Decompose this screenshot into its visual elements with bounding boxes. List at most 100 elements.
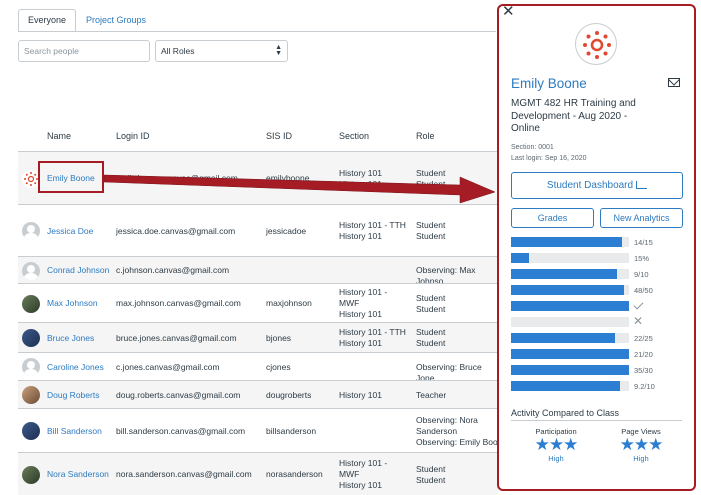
participation-metric: Participation ★★★ High (516, 427, 596, 463)
grade-bar[interactable] (511, 349, 629, 359)
callout-arrow (103, 174, 496, 204)
student-context-card: ✕ Emily Boone MGMT 482 HR Training and D… (497, 2, 696, 491)
login-id: c.jones.canvas@gmail.com (116, 362, 220, 373)
role-cell-line: Teacher (416, 389, 447, 400)
header-role[interactable]: Role (416, 131, 435, 141)
student-dashboard-button[interactable]: Student Dashboard (511, 172, 683, 199)
section-cell-line: History 101 (339, 309, 382, 319)
sis-id-line: bjones (266, 332, 292, 343)
section-cell-line: History 101 - (339, 458, 388, 468)
grade-score: 35/30 (634, 366, 653, 375)
section-cell: History 101 - MWF History 101 (339, 458, 387, 491)
student-name-link-line: Jessica Doe (47, 225, 94, 236)
sis-id-line: cjones (266, 361, 291, 372)
mail-icon[interactable] (668, 78, 680, 87)
student-name-link-line: Max Johnson (47, 298, 98, 308)
section-cell-line: History 101 (339, 389, 382, 400)
section-text: Section: 0001 (511, 144, 554, 151)
grade-bar[interactable] (511, 253, 629, 263)
grade-bar-fill (511, 333, 615, 343)
avatar[interactable] (22, 261, 40, 280)
role-select[interactable]: All Roles ▲ ▼ (155, 40, 288, 62)
avatar[interactable] (22, 422, 40, 440)
canvas-logo-icon (575, 23, 617, 65)
page-views-stars-icon: ★★★ (619, 435, 664, 454)
student-name-link[interactable]: Jessica Doe (47, 226, 93, 237)
role-cell: Student Student (416, 464, 445, 486)
student-name-link[interactable]: Emily Boone (511, 76, 587, 91)
grades-button[interactable]: Grades (511, 208, 594, 228)
header-name[interactable]: Name (47, 131, 71, 141)
grade-bar[interactable] (511, 285, 629, 295)
student-name-link[interactable]: Bill Sanderson (47, 426, 102, 437)
role-cell: Student Student (416, 220, 445, 242)
grade-score: 14/15 (634, 238, 653, 247)
login-id: jessica.doe.canvas@gmail.com (116, 226, 235, 237)
x-icon: ✕ (633, 314, 644, 328)
activity-title: Activity Compared to Class (511, 408, 620, 418)
grade-bar[interactable] (511, 269, 629, 279)
grade-score: 15% (634, 254, 650, 263)
section-cell-line: History 101 (339, 231, 382, 241)
student-name-link-line: Nora Sanderson (47, 469, 109, 479)
grade-bar[interactable] (511, 237, 629, 247)
student-dashboard-label: Student Dashboard (546, 180, 634, 191)
role-cell: Observing: Nora Sanderson Observing: Emily… (416, 415, 498, 448)
role-cell-line: Observing: Nora (416, 414, 478, 425)
grade-score: 21/20 (634, 350, 653, 359)
header-section[interactable]: Section (339, 131, 369, 141)
grade-bar-fill (511, 253, 529, 263)
grade-bar[interactable] (511, 381, 629, 391)
avatar[interactable] (22, 465, 40, 484)
role-cell-line: Student (416, 338, 446, 348)
grade-bar[interactable] (511, 365, 629, 375)
grade-bar[interactable] (511, 301, 629, 311)
grade-bar-fill (511, 365, 629, 375)
course-title: MGMT 482 HR Training and Development - A… (511, 98, 636, 134)
role-cell-line: Student (416, 292, 446, 303)
new-analytics-button[interactable]: New Analytics (600, 208, 683, 228)
header-sis[interactable]: SIS ID (266, 131, 292, 141)
avatar[interactable] (22, 329, 40, 347)
sis-id: billsanderson (266, 426, 316, 437)
student-name-link[interactable]: Caroline Jones (47, 362, 104, 373)
bar-chart-icon (636, 181, 648, 190)
student-name-link-line: Doug Roberts (47, 389, 100, 400)
role-cell-line: Observing: Emily Boo (416, 436, 498, 447)
student-name-link-line: Bill Sanderson (47, 425, 102, 436)
sis-id-line: maxjohnson (266, 298, 312, 308)
login-id-line: nora.sanderson.canvas@gmail.com (116, 469, 252, 479)
login-id-line: jessica.doe.canvas@gmail.com (116, 225, 236, 236)
close-icon[interactable]: ✕ (502, 2, 515, 20)
login-id: max.johnson.canvas@gmail.com (116, 298, 241, 309)
avatar[interactable] (22, 358, 40, 376)
section-cell: History 101 - TTH History 101 (339, 220, 406, 242)
tab-everyone[interactable]: Everyone (18, 9, 77, 32)
login-id: nora.sanderson.canvas@gmail.com (116, 469, 252, 480)
student-name-link[interactable]: Bruce Jones (47, 333, 94, 344)
student-name-link[interactable]: Max Johnson (47, 298, 98, 309)
section-cell: History 101 (339, 390, 382, 401)
student-name-link[interactable]: Nora Sanderson (47, 469, 109, 480)
tab-project-groups[interactable]: Project Groups (76, 9, 156, 32)
highlight-box (38, 161, 104, 193)
header-login[interactable]: Login ID (116, 131, 150, 141)
role-cell-line: Student (416, 474, 446, 485)
login-id: bruce.jones.canvas@gmail.com (116, 333, 237, 344)
search-people-input[interactable] (18, 40, 150, 62)
login-id-line: c.jones.canvas@gmail.com (116, 361, 220, 372)
student-name-link[interactable]: Doug Roberts (47, 390, 99, 401)
avatar[interactable] (22, 386, 40, 404)
student-name-link[interactable]: Conrad Johnson (47, 265, 109, 276)
sis-id: maxjohnson (266, 298, 312, 309)
login-id-line: bruce.jones.canvas@gmail.com (116, 332, 237, 343)
role-cell-line: Student (416, 231, 446, 241)
table-row: Bruce Jones bruce.jones.canvas@gmail.com b… (18, 322, 498, 352)
avatar[interactable] (22, 222, 40, 240)
role-cell: Teacher (416, 390, 446, 401)
login-id: bill.sanderson.canvas@gmail.com (116, 426, 245, 437)
grade-bar[interactable] (511, 317, 629, 327)
role-cell-line: Sanderson (416, 425, 458, 436)
avatar[interactable] (22, 294, 40, 313)
grade-bar[interactable] (511, 333, 629, 343)
